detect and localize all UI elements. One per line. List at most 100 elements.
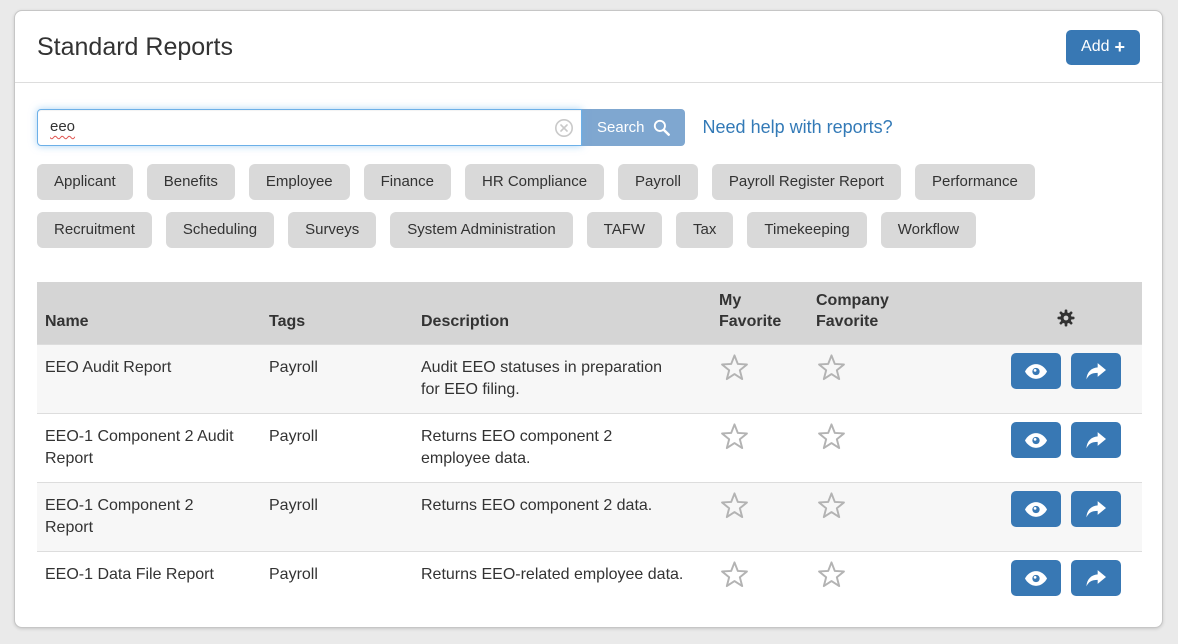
search-button-label: Search — [597, 119, 645, 136]
column-header-name: Name — [37, 282, 261, 345]
table-settings-button[interactable] — [1057, 309, 1075, 327]
column-header-actions — [990, 282, 1142, 345]
star-outline-icon — [816, 560, 847, 591]
circle-x-icon — [554, 118, 574, 138]
share-arrow-icon — [1086, 501, 1106, 518]
column-header-tags: Tags — [261, 282, 413, 345]
report-tags: Payroll — [261, 414, 413, 483]
my-favorite-cell — [711, 345, 808, 414]
panel-header: Standard Reports Add + — [15, 11, 1162, 83]
report-tags: Payroll — [261, 345, 413, 414]
tag-filter-performance[interactable]: Performance — [915, 164, 1035, 200]
tag-filter-hr-compliance[interactable]: HR Compliance — [465, 164, 604, 200]
column-header-my-favorite: My Favorite — [711, 282, 808, 345]
star-outline-icon — [719, 422, 750, 453]
star-outline-icon — [816, 491, 847, 522]
search-box: eeo — [37, 109, 582, 146]
table-row: EEO-1 Component 2 Report Payroll Returns… — [37, 483, 1142, 552]
eye-icon — [1025, 433, 1047, 448]
tag-filter-applicant[interactable]: Applicant — [37, 164, 133, 200]
report-tags: Payroll — [261, 483, 413, 552]
tag-filter-tafw[interactable]: TAFW — [587, 212, 662, 248]
eye-icon — [1025, 364, 1047, 379]
company-favorite-toggle[interactable] — [816, 560, 847, 598]
tag-filter-system-administration[interactable]: System Administration — [390, 212, 572, 248]
tag-filter-timekeeping[interactable]: Timekeeping — [747, 212, 866, 248]
run-report-button[interactable] — [1071, 353, 1121, 389]
my-favorite-toggle[interactable] — [719, 560, 750, 598]
star-outline-icon — [719, 353, 750, 384]
row-actions — [990, 483, 1142, 552]
row-actions — [990, 552, 1142, 611]
magnifier-icon — [653, 119, 670, 136]
add-button-label: Add — [1081, 38, 1109, 56]
run-report-button[interactable] — [1071, 422, 1121, 458]
plus-icon: + — [1114, 40, 1125, 54]
report-description: Audit EEO statuses in preparation for EE… — [413, 345, 711, 414]
star-outline-icon — [719, 560, 750, 591]
view-report-button[interactable] — [1011, 491, 1061, 527]
share-arrow-icon — [1086, 363, 1106, 380]
my-favorite-toggle[interactable] — [719, 353, 750, 391]
column-header-description: Description — [413, 282, 711, 345]
company-favorite-cell — [808, 552, 990, 611]
table-row: EEO-1 Data File Report Payroll Returns E… — [37, 552, 1142, 611]
row-actions — [990, 345, 1142, 414]
my-favorite-toggle[interactable] — [719, 491, 750, 529]
run-report-button[interactable] — [1071, 491, 1121, 527]
gear-icon — [1057, 309, 1075, 327]
search-input-value: eeo — [50, 118, 75, 135]
report-tags: Payroll — [261, 552, 413, 611]
star-outline-icon — [816, 422, 847, 453]
star-outline-icon — [719, 491, 750, 522]
clear-search-button[interactable] — [554, 118, 574, 138]
tag-filter-payroll[interactable]: Payroll — [618, 164, 698, 200]
column-header-company-favorite: Company Favorite — [808, 282, 990, 345]
search-section: eeo Search Need help with reports? — [15, 83, 1162, 146]
add-button[interactable]: Add + — [1066, 30, 1140, 65]
share-arrow-icon — [1086, 570, 1106, 587]
company-favorite-cell — [808, 345, 990, 414]
search-input[interactable]: eeo — [37, 109, 582, 146]
my-favorite-cell — [711, 414, 808, 483]
tag-filter-surveys[interactable]: Surveys — [288, 212, 376, 248]
tag-filter-recruitment[interactable]: Recruitment — [37, 212, 152, 248]
tag-filter-row-1: Applicant Benefits Employee Finance HR C… — [15, 164, 1162, 200]
company-favorite-toggle[interactable] — [816, 353, 847, 391]
search-button[interactable]: Search — [582, 109, 685, 146]
view-report-button[interactable] — [1011, 353, 1061, 389]
report-name: EEO Audit Report — [37, 345, 261, 414]
tag-filter-tax[interactable]: Tax — [676, 212, 733, 248]
row-actions — [990, 414, 1142, 483]
eye-icon — [1025, 502, 1047, 517]
tag-filter-scheduling[interactable]: Scheduling — [166, 212, 274, 248]
tag-filter-workflow[interactable]: Workflow — [881, 212, 976, 248]
star-outline-icon — [816, 353, 847, 384]
eye-icon — [1025, 571, 1047, 586]
report-name: EEO-1 Component 2 Report — [37, 483, 261, 552]
tag-filter-benefits[interactable]: Benefits — [147, 164, 235, 200]
table-row: EEO-1 Component 2 Audit Report Payroll R… — [37, 414, 1142, 483]
company-favorite-toggle[interactable] — [816, 491, 847, 529]
share-arrow-icon — [1086, 432, 1106, 449]
standard-reports-panel: Standard Reports Add + eeo Search — [14, 10, 1163, 628]
report-name: EEO-1 Data File Report — [37, 552, 261, 611]
company-favorite-cell — [808, 483, 990, 552]
page-title: Standard Reports — [37, 33, 233, 62]
tag-filter-finance[interactable]: Finance — [364, 164, 451, 200]
report-description: Returns EEO component 2 employee data. — [413, 414, 711, 483]
my-favorite-cell — [711, 483, 808, 552]
tag-filter-row-2: Recruitment Scheduling Surveys System Ad… — [15, 212, 1162, 248]
table-row: EEO Audit Report Payroll Audit EEO statu… — [37, 345, 1142, 414]
view-report-button[interactable] — [1011, 422, 1061, 458]
run-report-button[interactable] — [1071, 560, 1121, 596]
my-favorite-cell — [711, 552, 808, 611]
tag-filter-payroll-register-report[interactable]: Payroll Register Report — [712, 164, 901, 200]
company-favorite-toggle[interactable] — [816, 422, 847, 460]
help-link[interactable]: Need help with reports? — [703, 117, 893, 138]
report-description: Returns EEO-related employee data. — [413, 552, 711, 611]
tag-filter-employee[interactable]: Employee — [249, 164, 350, 200]
reports-table-header: Name Tags Description My Favorite Compan… — [37, 282, 1142, 345]
view-report-button[interactable] — [1011, 560, 1061, 596]
my-favorite-toggle[interactable] — [719, 422, 750, 460]
